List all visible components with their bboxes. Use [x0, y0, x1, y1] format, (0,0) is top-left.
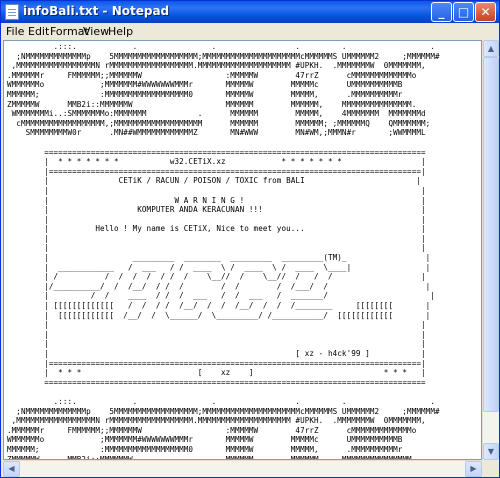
window-title: infoBali.txt - Notepad: [23, 4, 170, 18]
notepad-icon[interactable]: [5, 4, 19, 20]
document-text[interactable]: .:::. . . . . . ;NMMMMMMMMMMMMMp 5MMMMMM…: [7, 42, 440, 459]
minimize-button[interactable]: _: [431, 2, 452, 22]
scroll-right-button[interactable]: ▶: [465, 461, 482, 477]
scroll-down-button[interactable]: ▼: [483, 443, 499, 460]
menu-file[interactable]: File: [6, 24, 24, 39]
close-button[interactable]: ✕: [475, 2, 496, 22]
vertical-scrollbar[interactable]: ▲ ▼: [482, 40, 499, 460]
horizontal-scrollbar[interactable]: ◀ ▶: [3, 460, 482, 477]
menu-help[interactable]: Help: [108, 24, 133, 39]
resize-grip[interactable]: [482, 460, 499, 477]
scroll-left-button[interactable]: ◀: [3, 461, 20, 477]
menu-bar: File Edit Format View Help: [1, 23, 499, 40]
text-editor[interactable]: .:::. . . . . . ;NMMMMMMMMMMMMMp 5MMMMMM…: [3, 40, 482, 460]
title-bar[interactable]: infoBali.txt - Notepad _ □ ✕: [1, 1, 499, 23]
vertical-scroll-thumb[interactable]: [483, 57, 499, 412]
menu-view[interactable]: View: [83, 24, 109, 39]
menu-edit[interactable]: Edit: [28, 24, 49, 39]
notepad-window: infoBali.txt - Notepad _ □ ✕ File Edit F…: [0, 0, 500, 478]
maximize-button[interactable]: □: [453, 2, 474, 22]
scroll-up-button[interactable]: ▲: [483, 40, 499, 57]
